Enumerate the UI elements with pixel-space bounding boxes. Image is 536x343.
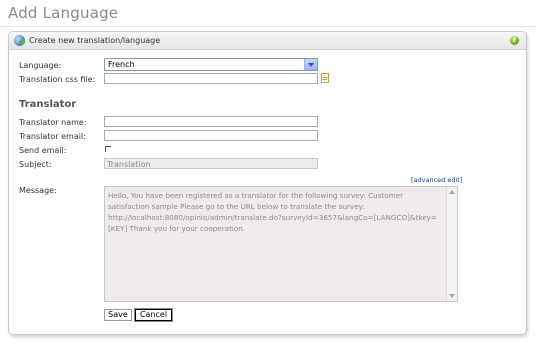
- scroll-up-icon[interactable]: [449, 190, 455, 194]
- message-textarea[interactable]: Hello, You have been registered as a tra…: [104, 186, 458, 302]
- language-label: Language:: [19, 61, 62, 70]
- panel-title: Create new translation/language: [29, 36, 161, 45]
- message-label: Message:: [19, 186, 57, 195]
- cancel-button[interactable]: Cancel: [134, 308, 173, 322]
- translation-globe-icon: [14, 35, 25, 46]
- panel-header: Create new translation/language ?: [9, 32, 526, 50]
- chevron-down-icon[interactable]: [304, 59, 317, 70]
- translator-name-label: Translator name:: [19, 118, 87, 127]
- create-translation-panel: Create new translation/language ? Langua…: [8, 31, 527, 335]
- page-title: Add Language: [8, 4, 119, 22]
- translator-section-heading: Translator: [19, 99, 77, 110]
- subject-value: Translation: [107, 160, 151, 169]
- language-selected-value: French: [108, 60, 135, 69]
- message-text: Hello, You have been registered as a tra…: [108, 191, 437, 233]
- save-button[interactable]: Save: [104, 309, 132, 321]
- title-divider: [0, 26, 536, 27]
- advanced-edit-link[interactable]: [advanced edit]: [411, 176, 462, 184]
- css-file-input[interactable]: [104, 73, 318, 84]
- css-file-label: Translation css file:: [19, 75, 96, 84]
- send-email-checkbox[interactable]: [105, 146, 111, 152]
- translator-name-input[interactable]: [104, 116, 318, 127]
- scroll-down-icon[interactable]: [449, 294, 455, 298]
- subject-input[interactable]: Translation: [104, 158, 318, 169]
- message-scrollbar[interactable]: [446, 187, 457, 301]
- help-icon[interactable]: ?: [510, 36, 519, 45]
- file-icon[interactable]: [321, 73, 329, 83]
- subject-label: Subject:: [19, 160, 52, 169]
- language-select[interactable]: French: [104, 58, 318, 71]
- translator-email-label: Translator email:: [19, 132, 86, 141]
- send-email-label: Send email:: [19, 146, 67, 155]
- translator-email-input[interactable]: [104, 130, 318, 141]
